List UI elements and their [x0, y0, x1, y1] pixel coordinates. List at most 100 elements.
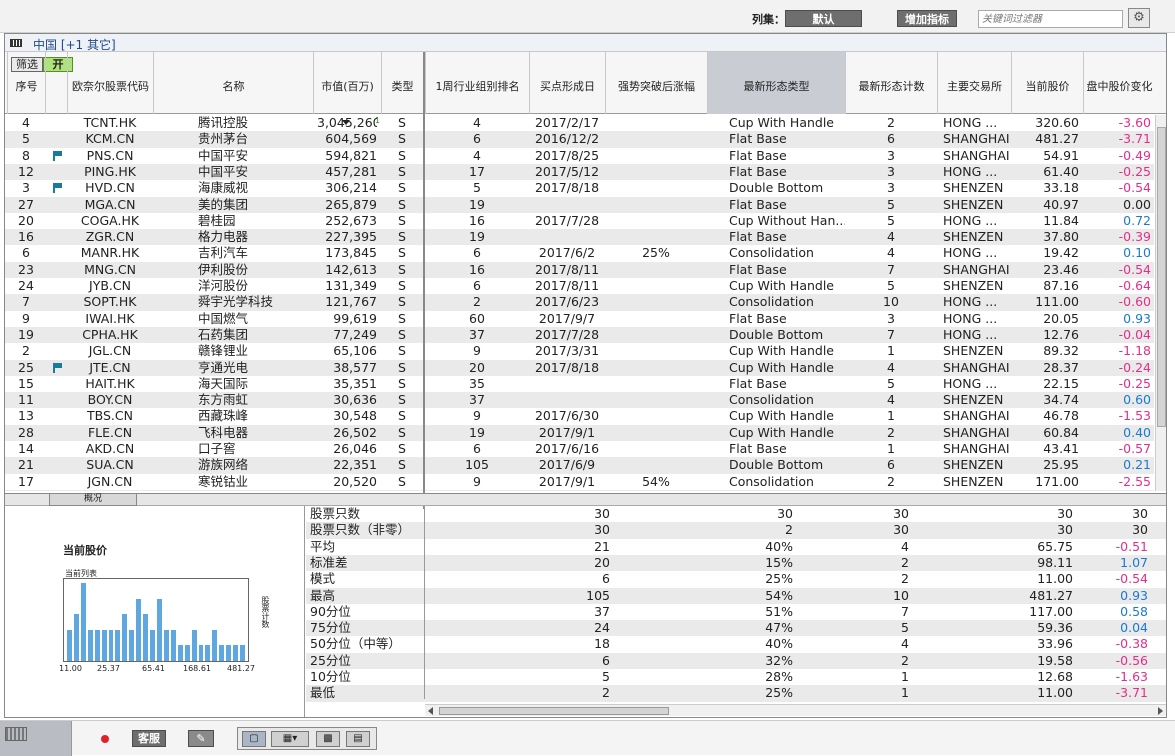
table-row[interactable]: 6 MANR.HK 吉利汽车 173,845 S 6 2017/6/2 25% Consolid…	[5, 245, 1154, 261]
default-column-set-button[interactable]: 默认	[785, 10, 862, 27]
stats-label: 最高	[310, 587, 336, 603]
horizontal-scrollbar[interactable]	[425, 704, 1166, 716]
column-header-name[interactable]: 名称	[153, 52, 313, 114]
table-row[interactable]: 12 PING.HK 中国平安 457,281 S 17 2017/5/12 Flat Bas…	[5, 163, 1154, 181]
table-row[interactable]: 15 HAIT.HK 海天国际 35,351 S 35 Flat Base 5 HONG ...…	[5, 376, 1154, 392]
pencil-icon[interactable]: ✎	[188, 730, 214, 747]
flag-icon[interactable]	[53, 183, 62, 194]
cell-pattern: Double Bottom	[729, 180, 824, 196]
horizontal-scrollbar-thumb[interactable]	[439, 707, 669, 715]
cell-rank: 22	[429, 490, 525, 491]
cell-rank: 9	[473, 473, 481, 489]
stats-label: 75分位	[310, 620, 351, 636]
table-row[interactable]: 11 BOY.CN 东方雨虹 30,636 S 37 Consolidation 4 SHENZ…	[5, 392, 1154, 409]
table-row[interactable]: 8 PNS.CN 中国平安 594,821 S 4 2017/8/25 Flat Base 3 S…	[5, 148, 1154, 164]
column-header-date[interactable]: 买点形成日	[529, 52, 605, 114]
column-header-chg[interactable]: 盘中股价变化	[1083, 52, 1155, 114]
table-row[interactable]: 14 AKD.CN 口子窖 26,046 S 6 2017/6/16 Flat Base 1 SH…	[5, 441, 1154, 457]
flag-icon[interactable]	[53, 150, 62, 161]
column-header-ex[interactable]: 主要交易所	[937, 52, 1011, 114]
table-row[interactable]: 27 MGA.CN 美的集团 265,879 S 19 Flat Base 5 SHENZEN 4…	[5, 196, 1154, 213]
scroll-right-icon[interactable]	[1158, 707, 1163, 715]
stats-label: 标准差	[310, 554, 348, 570]
column-header-gain[interactable]: 强势突破后涨幅	[605, 52, 707, 114]
column-header-rank[interactable]: 1周行业组别排名	[425, 52, 529, 114]
cell-pattern: Flat Base	[729, 196, 787, 212]
cell-cap: 306,214	[325, 180, 377, 196]
cell-code: BOY.CN	[87, 392, 133, 408]
histogram-bar	[73, 614, 79, 661]
table-row[interactable]: 24 JYB.CN 洋河股份 131,349 S 6 2017/8/11 Cup With H…	[5, 278, 1154, 294]
add-indicator-button[interactable]: 增加指标	[897, 10, 957, 27]
customer-service-button[interactable]: 客服	[132, 730, 166, 747]
cell-date	[533, 197, 601, 213]
summary-stats-table: 股票只数 30 30 30 30 30 股票只数（非零） 30 2 30 30 30 平均 21 40% 4 6…	[306, 506, 1166, 702]
table-row[interactable]: 4 TCNT.HK 腾讯控股 3,045,260 S 4 2017/2/17 Cup With…	[5, 115, 1154, 131]
column-header-cap[interactable]: 市值(百万)	[313, 52, 381, 114]
cell-date: 2016/12/2	[534, 131, 600, 147]
column-header-price[interactable]: 当前股价	[1011, 52, 1083, 114]
table-row[interactable]: 2 JGL.CN 赣锋锂业 65,106 S 9 2017/3/31 Cup With Han…	[5, 343, 1154, 359]
table-row[interactable]: 16 ZGR.CN 格力电器 227,395 S 19 Flat Base 4 SHENZEN 3…	[5, 229, 1154, 246]
vertical-scrollbar[interactable]	[1155, 115, 1166, 491]
table-row[interactable]: 7 SOPT.HK 舜宇光学科技 121,767 S 2 2017/6/23 Consolid…	[5, 294, 1154, 311]
table-row[interactable]: 21 SUA.CN 游族网络 22,351 S 105 2017/6/9 Double Bot…	[5, 457, 1154, 474]
column-header-code[interactable]: 欧奈尔股票代码	[67, 52, 153, 114]
column-header-label: 最新形态类型	[743, 80, 810, 93]
column-header-count[interactable]: 最新形态计数	[845, 52, 937, 114]
stats-label: 50分位（中等）	[310, 636, 401, 652]
stats-value-chg: -3.71	[1115, 685, 1148, 701]
column-header-n[interactable]: 序号	[7, 52, 45, 114]
settings-gear-icon[interactable]: ⚙	[1128, 8, 1150, 28]
column-header-flag[interactable]	[45, 52, 67, 114]
table-row[interactable]: 25 JTE.CN 亨通光电 38,577 S 20 2017/8/18 Cup With H…	[5, 359, 1154, 376]
table-row[interactable]: 20 COGA.HK 碧桂园 252,673 S 16 2017/7/28 Cup Witho…	[5, 213, 1154, 229]
cell-rank: 105	[465, 457, 489, 473]
overview-tab[interactable]: 概况	[49, 494, 137, 506]
stats-value-count: 30	[893, 506, 909, 521]
cell-rank: 19	[469, 424, 485, 440]
cell-price: 54.91	[1043, 147, 1079, 163]
scroll-left-icon[interactable]	[428, 707, 433, 715]
table-row[interactable]: 10 CXAS.HK 永达汽车 19,744 S 22 2017/6/16 Consolida…	[5, 489, 1154, 491]
column-header-type[interactable]: 类型	[381, 52, 423, 114]
cell-pattern: Consolidation	[729, 245, 814, 261]
table-row[interactable]: 13 TBS.CN 西藏珠峰 30,548 S 9 2017/6/30 Cup With Ha…	[5, 408, 1154, 424]
stats-value-price: 117.00	[1029, 603, 1073, 619]
table-view-icon[interactable]: ▦▾	[271, 731, 309, 747]
cell-code: ZGR.CN	[85, 229, 135, 245]
table-row[interactable]: 3 HVD.CN 海康威视 306,214 S 5 2017/8/18 Double Bott…	[5, 180, 1154, 196]
table-row[interactable]: 23 MNG.CN 伊利股份 142,613 S 16 2017/8/11 Flat Base…	[5, 261, 1154, 278]
cell-chg: 0.21	[1123, 457, 1151, 473]
cell-count: 4	[887, 229, 895, 245]
chart-view-icon[interactable]: ▩	[316, 731, 340, 747]
cell-price: 89.32	[1043, 343, 1079, 359]
keyboard-panel[interactable]	[0, 721, 72, 756]
panel-title[interactable]: 中国 [+1 其它]	[33, 36, 116, 53]
table-row[interactable]: 9 IWAI.HK 中国燃气 99,619 S 60 2017/9/7 Flat Base 3 H…	[5, 311, 1154, 327]
vertical-scrollbar-thumb[interactable]	[1157, 127, 1166, 427]
stats-label: 25分位	[310, 652, 351, 668]
cell-pattern: Cup With Handle	[729, 115, 834, 130]
table-row[interactable]: 19 CPHA.HK 石药集团 77,249 S 37 2017/7/28 Double Bo…	[5, 326, 1154, 344]
record-icon[interactable]	[101, 735, 109, 743]
cell-count: 2	[887, 473, 895, 489]
keyword-filter-input[interactable]	[978, 10, 1123, 28]
cell-ex: HONG ...	[943, 245, 998, 261]
keyboard-icon[interactable]	[5, 727, 27, 741]
cell-cap: 19,744	[317, 490, 377, 491]
table-row[interactable]: 5 KCM.CN 贵州茅台 604,569 S 6 2016/12/2 Flat Base 6 S…	[5, 131, 1154, 148]
flag-icon[interactable]	[53, 362, 62, 373]
cell-gain	[609, 213, 703, 229]
column-header-pattern[interactable]: 最新形态类型	[707, 52, 845, 114]
cell-gain	[609, 311, 703, 327]
single-view-icon[interactable]: ▢	[242, 731, 266, 747]
table-row[interactable]: 28 FLE.CN 飞科电器 26,502 S 19 2017/9/1 Cup With Ha…	[5, 424, 1154, 441]
pane-splitter[interactable]: 概况	[5, 493, 1166, 506]
stats-value-rank: 30	[594, 522, 610, 538]
cell-name: 飞科电器	[198, 424, 249, 440]
table-row[interactable]: 17 JGN.CN 寒锐钴业 20,520 S 9 2017/9/1 54% Consolida…	[5, 474, 1154, 490]
detail-view-icon[interactable]: ▤	[346, 731, 370, 747]
frozen-column-divider[interactable]	[423, 52, 425, 509]
cell-code: JTE.CN	[89, 359, 131, 375]
